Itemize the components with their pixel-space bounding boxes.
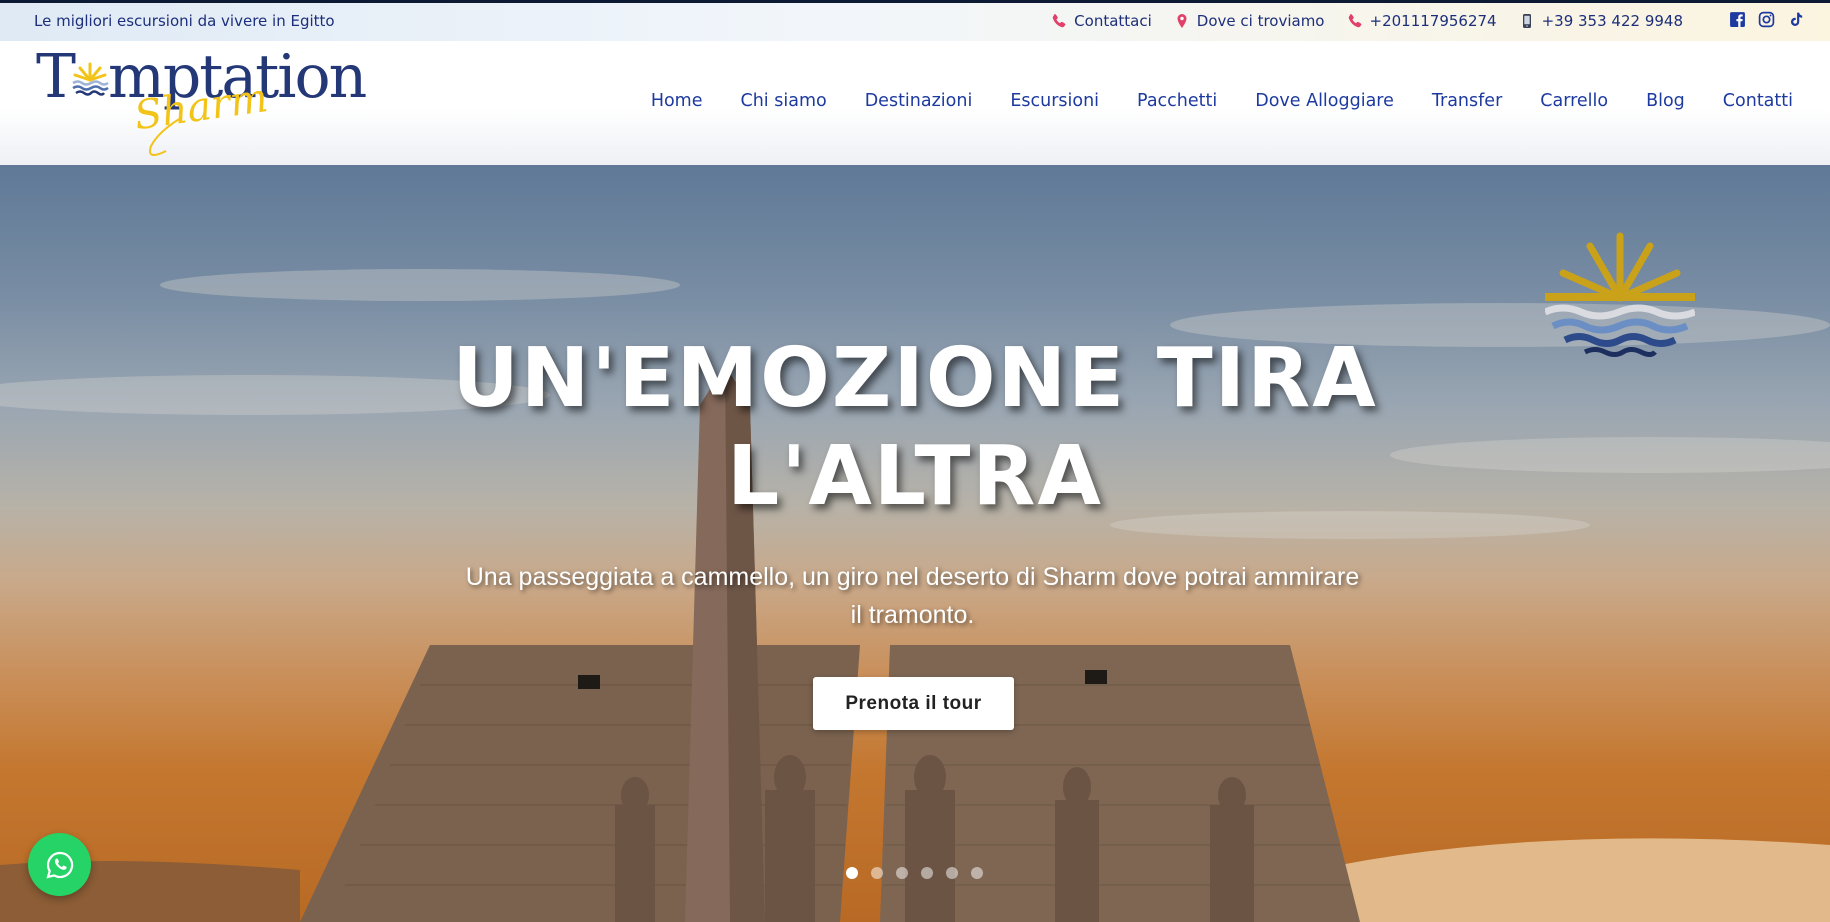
instagram-icon[interactable] <box>1758 11 1775 28</box>
nav-item-blog[interactable]: Blog <box>1646 91 1685 111</box>
contact-link-dove-ci-troviamo[interactable]: Dove ci troviamo <box>1174 12 1325 30</box>
contact-link-phone-italy[interactable]: +39 353 422 9948 <box>1519 12 1683 30</box>
book-tour-button[interactable]: Prenota il tour <box>813 677 1014 730</box>
top-info-bar: Le migliori escursioni da vivere in Egit… <box>0 0 1830 41</box>
slider-dot-6[interactable] <box>971 867 983 879</box>
nav-item-carrello[interactable]: Carrello <box>1540 91 1608 111</box>
hero-title: UN'EMOZIONE TIRA L'ALTRA <box>0 330 1830 526</box>
hero-title-line-2: L'ALTRA <box>726 429 1104 524</box>
map-pin-icon <box>1177 14 1187 28</box>
hero-title-line-1: UN'EMOZIONE TIRA <box>452 331 1378 426</box>
nav-item-escursioni[interactable]: Escursioni <box>1010 91 1099 111</box>
slider-dot-5[interactable] <box>946 867 958 879</box>
tagline: Le migliori escursioni da vivere in Egit… <box>34 12 335 30</box>
contact-link-phone-egypt[interactable]: +201117956274 <box>1347 12 1497 30</box>
nav-item-chi-siamo[interactable]: Chi siamo <box>741 91 827 111</box>
nav-item-destinazioni[interactable]: Destinazioni <box>865 91 973 111</box>
contact-links: Contattaci Dove ci troviamo +20111795627… <box>1051 12 1683 30</box>
logo-sun-icon <box>72 62 109 96</box>
whatsapp-icon <box>45 851 73 879</box>
hero-slider: UN'EMOZIONE TIRA L'ALTRA Una passeggiata… <box>0 165 1830 922</box>
facebook-icon[interactable] <box>1729 11 1746 28</box>
slider-dot-1[interactable] <box>846 867 858 879</box>
phone-icon <box>1348 14 1361 28</box>
nav-item-pacchetti[interactable]: Pacchetti <box>1137 91 1217 111</box>
slider-dot-2[interactable] <box>871 867 883 879</box>
nav-item-home[interactable]: Home <box>651 91 703 111</box>
contact-link-contattaci[interactable]: Contattaci <box>1051 12 1152 30</box>
svg-text:Sharm: Sharm <box>136 91 271 139</box>
site-logo[interactable]: T mptation Sharm <box>36 45 386 161</box>
whatsapp-chat-button[interactable] <box>28 833 91 896</box>
site-header: T mptation Sharm Home Chi siamo Destinaz… <box>0 41 1830 165</box>
slider-pagination <box>846 867 983 879</box>
social-links <box>1729 11 1804 28</box>
slider-dot-4[interactable] <box>921 867 933 879</box>
logo-script-text: Sharm <box>136 91 271 156</box>
nav-item-dove-alloggiare[interactable]: Dove Alloggiare <box>1255 91 1394 111</box>
phone-icon <box>1052 14 1066 28</box>
slider-dot-3[interactable] <box>896 867 908 879</box>
tiktok-icon[interactable] <box>1787 11 1804 28</box>
main-navigation: Home Chi siamo Destinazioni Escursioni P… <box>651 91 1793 111</box>
nav-item-transfer[interactable]: Transfer <box>1432 91 1502 111</box>
mobile-phone-icon <box>1522 14 1531 28</box>
nav-item-contatti[interactable]: Contatti <box>1723 91 1793 111</box>
hero-subtitle: Una passeggiata a cammello, un giro nel … <box>465 563 1360 629</box>
